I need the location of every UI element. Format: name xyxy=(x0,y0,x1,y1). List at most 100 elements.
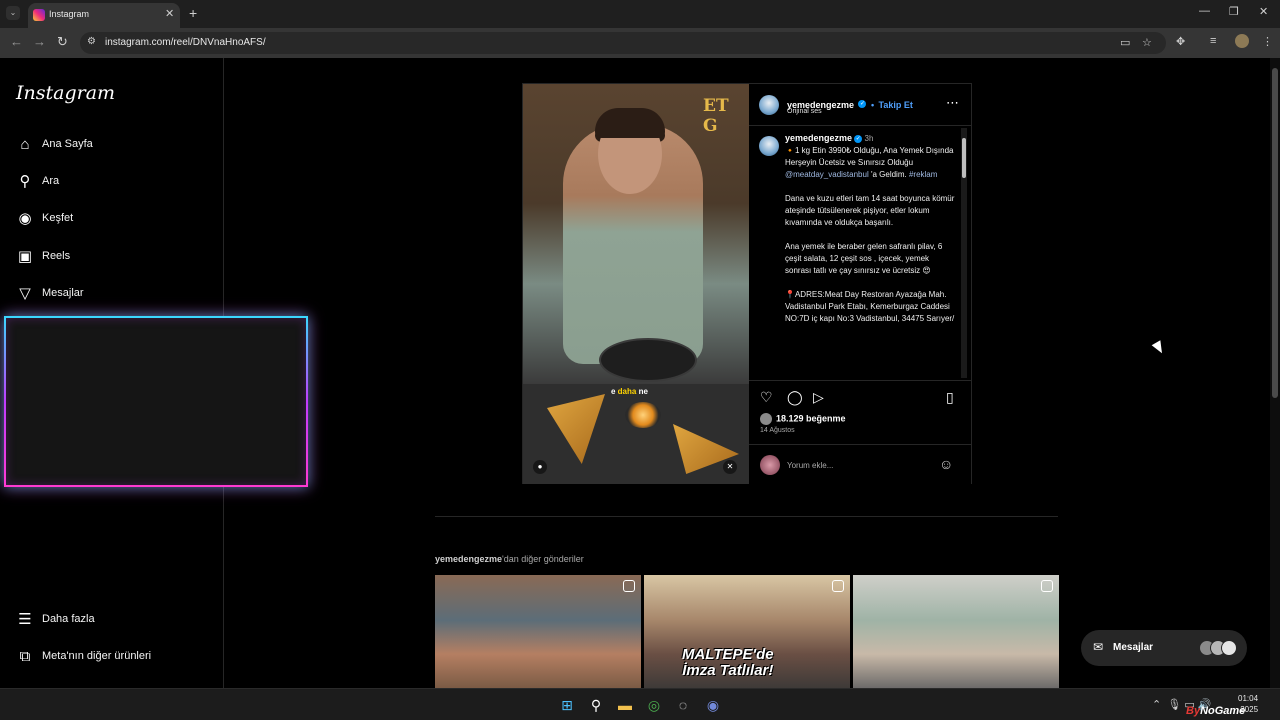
liker-avatar xyxy=(760,413,772,425)
avatar xyxy=(1221,640,1237,656)
thumbnail-overlay-text: MALTEPE'de İmza Tatlılar! xyxy=(682,646,774,679)
cast-icon[interactable]: ▭ xyxy=(1120,36,1130,49)
reel-video[interactable]: ET G e daha ne ● ✕ xyxy=(523,84,749,484)
more-post-thumbnail[interactable]: MALTEPE'de İmza Tatlılar! xyxy=(644,575,850,688)
video-sign-text: ET G xyxy=(703,96,729,136)
messages-bar[interactable]: ✉ Mesajlar xyxy=(1081,630,1247,666)
post-date: 14 Ağustos xyxy=(760,427,795,434)
instagram-favicon-icon xyxy=(33,9,45,21)
url-text[interactable]: instagram.com/reel/DNVnaHnoAFS/ xyxy=(105,37,266,48)
sidebar-item-explore[interactable]: ◉ Keşfet xyxy=(16,208,206,232)
sidebar-item-more[interactable]: ☰ Daha fazla xyxy=(16,609,206,633)
browser-tab[interactable]: Instagram ✕ xyxy=(28,3,180,28)
reel-icon xyxy=(623,580,635,592)
sidebar-item-label: Keşfet xyxy=(42,212,74,224)
chrome-icon[interactable]: ◎ xyxy=(645,696,663,714)
username-link[interactable]: yemedengezme xyxy=(435,554,502,564)
follow-button[interactable]: Takip Et xyxy=(879,100,913,110)
like-count[interactable]: 18.129 beğenme xyxy=(760,413,846,425)
page-scrollbar[interactable] xyxy=(1270,58,1280,688)
browser-menu-icon[interactable]: ⋮ xyxy=(1262,35,1273,48)
sidebar-item-label: Ara xyxy=(42,175,60,187)
file-explorer-icon[interactable]: ▬ xyxy=(616,696,634,714)
neon-overlay-frame xyxy=(4,316,308,487)
forward-icon[interactable]: → xyxy=(33,34,46,49)
divider xyxy=(435,516,1058,517)
sidebar-item-label: Meta'nın diğer ürünleri xyxy=(42,650,152,662)
messages-avatar-stack xyxy=(1199,640,1239,656)
tagged-user-icon[interactable]: ● xyxy=(533,460,547,474)
video-tray xyxy=(523,384,749,484)
minimize-icon[interactable]: — xyxy=(1199,5,1210,17)
scrollbar-thumb[interactable] xyxy=(1272,68,1278,398)
back-icon[interactable]: ← xyxy=(10,34,23,49)
caption-body: yemedengezme ✓ 3h 🔸1 kg Etin 3990₺ Olduğ… xyxy=(785,133,957,323)
watermark: ByNoGame xyxy=(1186,705,1246,717)
more-options-icon[interactable]: ⋯ xyxy=(946,95,959,111)
post-time: 3h xyxy=(864,134,874,143)
verified-icon: ✓ xyxy=(858,99,867,108)
bookmark-star-icon[interactable]: ☆ xyxy=(1142,36,1152,49)
windows-start-icon[interactable]: ⊞ xyxy=(558,696,576,714)
verified-icon: ✓ xyxy=(854,134,863,143)
reel-post: ET G e daha ne ● ✕ yemedengezme ✓ • Taki… xyxy=(522,83,972,484)
comment-icon[interactable]: ◯ xyxy=(787,389,803,406)
save-icon[interactable]: ▯ xyxy=(946,389,954,406)
share-icon[interactable]: ▷ xyxy=(813,389,824,406)
username-link[interactable]: yemedengezme xyxy=(785,133,852,143)
restore-icon[interactable]: ❐ xyxy=(1229,5,1239,18)
site-info-icon[interactable]: ⚙ xyxy=(87,36,96,47)
audio-label[interactable]: Orijinal ses xyxy=(787,108,822,115)
sidebar-item-label: Daha fazla xyxy=(42,613,95,625)
sidebar-item-home[interactable]: ⌂ Ana Sayfa xyxy=(16,134,206,158)
mute-icon[interactable]: ✕ xyxy=(723,460,737,474)
sidebar-item-label: Reels xyxy=(42,250,71,262)
tab-search-icon[interactable]: ⌄ xyxy=(6,6,20,20)
sidebar-item-label: Mesajlar xyxy=(42,287,84,299)
follow-dot: • xyxy=(870,100,875,110)
video-hair-top xyxy=(595,108,665,138)
post-sidepanel: yemedengezme ✓ • Takip Et Orijinal ses ⋯… xyxy=(749,84,971,484)
home-icon: ⌂ xyxy=(20,136,30,153)
reel-icon xyxy=(1041,580,1053,592)
emoji-icon[interactable]: ☺ xyxy=(939,456,953,472)
reload-icon[interactable]: ↻ xyxy=(57,34,68,50)
tab-close-icon[interactable]: ✕ xyxy=(165,7,174,20)
profile-avatar[interactable] xyxy=(1235,34,1249,48)
more-post-thumbnail[interactable] xyxy=(853,575,1059,688)
browser-tab-bar: ⌄ Instagram ✕ + — ❐ ✕ xyxy=(0,0,1280,28)
compass-icon: ◉ xyxy=(18,210,32,227)
messenger-icon: ✉ xyxy=(1093,640,1104,654)
window-close-icon[interactable]: ✕ xyxy=(1259,5,1268,18)
more-post-thumbnail[interactable] xyxy=(435,575,641,688)
sidebar-item-reels[interactable]: ▣ Reels xyxy=(16,246,206,270)
post-actions: ♡ ◯ ▷ ▯ 18.129 beğenme 14 Ağustos xyxy=(749,380,971,440)
address-bar[interactable]: ⚙ instagram.com/reel/DNVnaHnoAFS/ ▭ ☆ xyxy=(80,32,1166,54)
video-plate xyxy=(599,338,697,382)
avatar[interactable] xyxy=(759,95,779,115)
search-icon[interactable]: ⚲ xyxy=(587,696,605,714)
like-icon[interactable]: ♡ xyxy=(760,389,773,406)
discord-icon[interactable]: ◉ xyxy=(704,696,722,714)
post-header: yemedengezme ✓ • Takip Et Orijinal ses ⋯ xyxy=(749,84,971,126)
mention-link[interactable]: @meatday_vadistanbul xyxy=(785,170,869,179)
extensions-icon[interactable]: ✥ xyxy=(1176,35,1185,48)
avatar[interactable] xyxy=(759,136,779,156)
scrollbar-thumb[interactable] xyxy=(962,138,966,178)
caption-scrollbar[interactable] xyxy=(961,128,967,378)
reel-icon xyxy=(832,580,844,592)
messages-label: Mesajlar xyxy=(1113,642,1154,653)
avatar xyxy=(760,455,780,475)
sidebar-item-meta-products[interactable]: ⧉ Meta'nın diğer ürünleri xyxy=(16,646,206,670)
instagram-logo[interactable]: Instagram xyxy=(16,82,115,104)
reels-icon: ▣ xyxy=(17,248,33,265)
video-subtitle: e daha ne xyxy=(611,387,648,396)
hashtag-link[interactable]: #reklam xyxy=(909,170,937,179)
comment-input[interactable] xyxy=(787,457,927,473)
app-icon[interactable]: ◌ xyxy=(674,696,692,714)
new-tab-icon[interactable]: + xyxy=(189,5,197,21)
sidebar-item-messages[interactable]: ▽ Mesajlar xyxy=(16,283,206,307)
media-control-icon[interactable]: ≡ xyxy=(1210,35,1216,47)
post-caption: yemedengezme ✓ 3h 🔸1 kg Etin 3990₺ Olduğ… xyxy=(759,132,959,376)
sidebar-item-search[interactable]: ⚲ Ara xyxy=(16,171,206,195)
